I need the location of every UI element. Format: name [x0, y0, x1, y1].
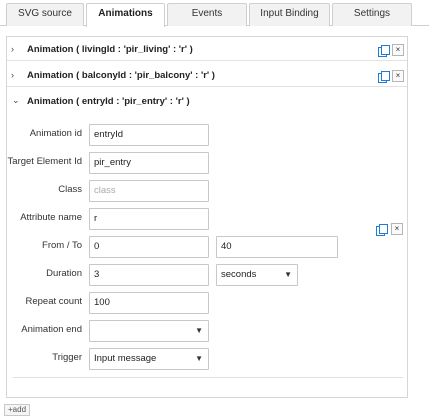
add-animation-button[interactable]: +add [4, 404, 31, 416]
duration-unit-value: seconds [221, 269, 257, 280]
tab-svg-source[interactable]: SVG source [6, 3, 84, 26]
target-element-id-label: Target Element Id [7, 156, 82, 167]
copy-icon[interactable] [378, 71, 390, 83]
tab-input-binding[interactable]: Input Binding [249, 3, 330, 26]
chevron-right-icon[interactable]: › [11, 44, 14, 54]
repeat-count-input[interactable]: 100 [89, 292, 209, 314]
delete-animation-button[interactable]: × [392, 70, 404, 82]
attribute-name-label: Attribute name [20, 212, 82, 223]
add-button-label: add [12, 405, 27, 414]
tab-animations[interactable]: Animations [86, 3, 165, 27]
animation-end-select[interactable]: ▼ [89, 320, 209, 342]
delete-animation-button[interactable]: × [391, 223, 403, 235]
tab-settings[interactable]: Settings [332, 3, 412, 26]
to-input[interactable]: 40 [216, 236, 338, 258]
animations-panel: › Animation ( livingId : 'pir_living' : … [6, 36, 408, 398]
chevron-right-icon[interactable]: › [11, 70, 14, 80]
trigger-label: Trigger [52, 352, 82, 363]
animation-end-label: Animation end [21, 324, 82, 335]
animation-item-entry[interactable]: ⌄ Animation ( entryId : 'pir_entry' : 'r… [7, 91, 407, 113]
tab-bar: SVG source Animations Events Input Bindi… [0, 0, 429, 27]
animation-title[interactable]: Animation ( entryId : 'pir_entry' : 'r' … [27, 96, 190, 107]
copy-icon[interactable] [378, 45, 390, 57]
attribute-name-input[interactable]: r [89, 208, 209, 230]
dropdown-caret-icon: ▼ [284, 270, 292, 279]
repeat-count-label: Repeat count [25, 296, 82, 307]
target-element-id-input[interactable]: pir_entry [89, 152, 209, 174]
animation-title[interactable]: Animation ( livingId : 'pir_living' : 'r… [27, 44, 193, 55]
from-to-label: From / To [42, 240, 82, 251]
animation-form: × Animation id entryId Target Element Id… [7, 119, 407, 397]
divider [13, 377, 403, 378]
dropdown-caret-icon: ▼ [195, 326, 203, 335]
class-label: Class [58, 184, 82, 195]
duration-input[interactable]: 3 [89, 264, 209, 286]
chevron-down-icon[interactable]: ⌄ [12, 95, 20, 106]
animation-title[interactable]: Animation ( balconyId : 'pir_balcony' : … [27, 70, 215, 81]
delete-animation-button[interactable]: × [392, 44, 404, 56]
animation-item-living[interactable]: › Animation ( livingId : 'pir_living' : … [7, 39, 407, 61]
duration-unit-select[interactable]: seconds ▼ [216, 264, 298, 286]
class-input[interactable]: class [89, 180, 209, 202]
trigger-value: Input message [94, 353, 157, 364]
copy-icon[interactable] [376, 224, 388, 236]
animation-id-input[interactable]: entryId [89, 124, 209, 146]
animation-item-balcony[interactable]: › Animation ( balconyId : 'pir_balcony' … [7, 65, 407, 87]
from-input[interactable]: 0 [89, 236, 209, 258]
animation-id-label: Animation id [29, 128, 82, 139]
dropdown-caret-icon: ▼ [195, 354, 203, 363]
duration-label: Duration [46, 268, 82, 279]
tab-events[interactable]: Events [167, 3, 247, 26]
trigger-select[interactable]: Input message ▼ [89, 348, 209, 370]
